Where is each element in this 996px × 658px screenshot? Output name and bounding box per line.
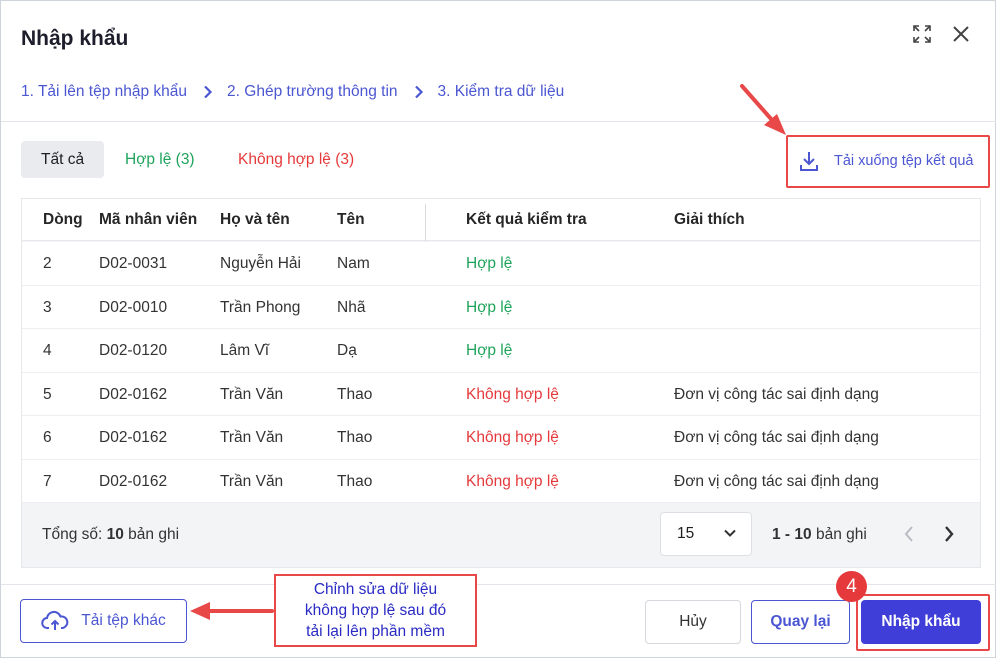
cell-name: Thao: [337, 472, 373, 490]
cell-lastname: Trần Văn: [220, 429, 284, 446]
cell-line: 3: [43, 298, 52, 316]
cancel-button[interactable]: Hủy: [645, 600, 741, 644]
page-range: 1 - 10 bản ghi: [772, 526, 867, 544]
prev-page-button[interactable]: [898, 523, 920, 545]
validation-table: Dòng Mã nhân viên Họ và tên Tên Kết quả …: [21, 198, 981, 568]
upload-another-file-label: Tải tệp khác: [81, 612, 166, 629]
cell-lastname: Nguyễn Hải: [220, 255, 301, 272]
column-header: Giải thích: [674, 211, 745, 228]
highlight-box: [786, 135, 990, 188]
page-size-value: 15: [677, 525, 695, 542]
page-size-select[interactable]: 15: [660, 512, 752, 556]
cell-lastname: Lâm Vĩ: [220, 342, 270, 359]
cell-line: 5: [43, 385, 52, 403]
highlight-box: [856, 594, 990, 651]
total-records: Tổng số: 10 bản ghi: [42, 526, 179, 544]
cell-lastname: Trần Văn: [220, 472, 284, 490]
table-header: Dòng Mã nhân viên Họ và tên Tên Kết quả …: [22, 199, 980, 241]
cell-employee-code: D02-0120: [99, 342, 168, 359]
cell-name: Nam: [337, 255, 370, 272]
total-count: 10: [106, 526, 124, 543]
chevron-right-icon: [414, 85, 424, 99]
cell-result: Hợp lệ: [466, 342, 513, 359]
back-button[interactable]: Quay lại: [751, 600, 850, 644]
column-divider: [425, 204, 426, 241]
column-header: Dòng: [43, 211, 83, 228]
close-icon[interactable]: [948, 21, 974, 47]
cell-line: 6: [43, 429, 52, 446]
cell-line: 4: [43, 342, 52, 359]
chevron-right-icon: [945, 526, 954, 542]
chevron-right-icon: [203, 85, 213, 99]
table-row: 7 D02-0162 Trần Văn Thao Không hợp lệ Đơ…: [22, 459, 980, 503]
cell-result: Hợp lệ: [466, 255, 513, 272]
annotation-arrowhead: [764, 114, 786, 135]
step-breadcrumb: 1. Tải lên tệp nhập khẩu 2. Ghép trường …: [21, 81, 564, 103]
range-value: 1 - 10: [772, 526, 812, 543]
filter-tab-valid[interactable]: Hợp lệ (3): [105, 141, 215, 178]
filter-tab-invalid[interactable]: Không hợp lệ (3): [218, 141, 374, 178]
chevron-down-icon: [723, 525, 737, 543]
cell-name: Dạ: [337, 342, 357, 359]
annotation-arrowhead: [190, 602, 210, 620]
cell-lastname: Trần Văn: [220, 385, 284, 403]
cell-lastname: Trần Phong: [220, 298, 301, 316]
cell-result: Không hợp lệ: [466, 472, 559, 490]
column-header: Kết quả kiểm tra: [466, 211, 587, 228]
table-row: 6 D02-0162 Trần Văn Thao Không hợp lệ Đơ…: [22, 416, 980, 460]
table-row: 4 D02-0120 Lâm Vĩ Dạ Hợp lệ: [22, 329, 980, 373]
callout-line: không hợp lệ sau đó: [304, 602, 447, 619]
total-prefix: Tổng số:: [42, 526, 107, 543]
cell-line: 2: [43, 255, 52, 272]
cell-employee-code: D02-0031: [99, 255, 168, 272]
cell-note: Đơn vị công tác sai định dạng: [674, 429, 879, 446]
annotation-arrow: [740, 84, 774, 122]
cell-employee-code: D02-0162: [99, 385, 168, 403]
table-row: 3 D02-0010 Trần Phong Nhã Hợp lệ: [22, 285, 980, 329]
step-mapping[interactable]: 2. Ghép trường thông tin: [227, 83, 397, 101]
cell-name: Thao: [337, 429, 373, 446]
cell-employee-code: D02-0010: [99, 298, 168, 316]
total-suffix: bản ghi: [123, 526, 180, 543]
next-page-button[interactable]: [938, 523, 960, 545]
table-body: 2 D02-0031 Nguyễn Hải Nam Hợp lệ 3 D02-0…: [22, 242, 980, 503]
step-validation[interactable]: 3. Kiểm tra dữ liệu: [438, 83, 565, 101]
cell-note: Đơn vị công tác sai định dạng: [674, 385, 879, 403]
cell-name: Thao: [337, 385, 373, 403]
filter-tab-all[interactable]: Tất cả: [21, 141, 105, 178]
annotation-callout: Chỉnh sửa dữ liệu không hợp lệ sau đó tả…: [274, 574, 477, 647]
step-upload[interactable]: 1. Tải lên tệp nhập khẩu: [21, 83, 187, 101]
cell-note: Đơn vị công tác sai định dạng: [674, 472, 879, 490]
step-badge: 4: [836, 571, 867, 602]
import-dialog: Nhập khẩu 1. Tải lên tệp nhập khẩu 2. Gh…: [0, 0, 996, 658]
cell-employee-code: D02-0162: [99, 472, 168, 490]
callout-line: Chỉnh sửa dữ liệu: [313, 581, 438, 598]
column-header: Tên: [337, 211, 365, 228]
column-header: Mã nhân viên: [99, 211, 198, 228]
table-row: 2 D02-0031 Nguyễn Hải Nam Hợp lệ: [22, 242, 980, 286]
range-suffix: bản ghi: [811, 526, 867, 543]
upload-another-file-button[interactable]: Tải tệp khác: [20, 599, 187, 643]
dialog-title: Nhập khẩu: [21, 27, 129, 50]
cell-result: Không hợp lệ: [466, 385, 559, 403]
table-row: 5 D02-0162 Trần Văn Thao Không hợp lệ Đơ…: [22, 372, 980, 416]
column-header: Họ và tên: [220, 211, 290, 228]
cell-name: Nhã: [337, 298, 366, 316]
chevron-left-icon: [904, 526, 913, 542]
cell-result: Không hợp lệ: [466, 429, 559, 446]
cell-employee-code: D02-0162: [99, 429, 168, 446]
callout-line: tải lại lên phần mềm: [306, 623, 445, 640]
cell-line: 7: [43, 472, 52, 490]
cloud-upload-icon: [41, 610, 69, 632]
cell-result: Hợp lệ: [466, 298, 513, 316]
expand-icon[interactable]: [909, 21, 935, 47]
divider: [1, 121, 996, 122]
